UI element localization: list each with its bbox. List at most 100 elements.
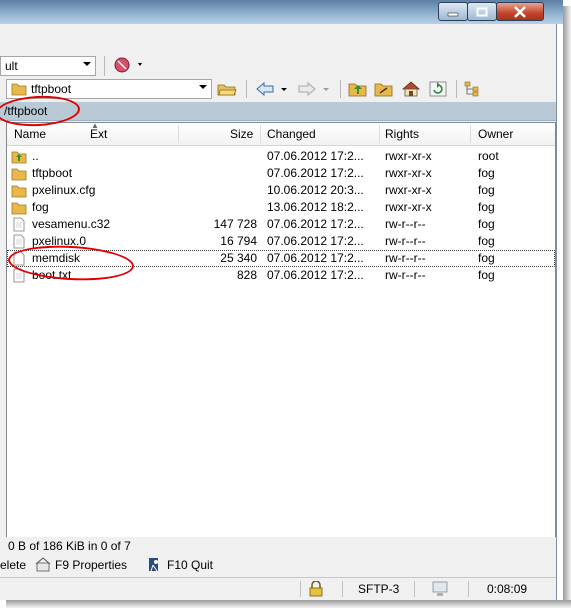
status-segment [0, 581, 323, 597]
file-owner: root [478, 149, 499, 163]
session-color-button[interactable] [111, 55, 147, 75]
file-rights: rwxr-xr-x [385, 149, 432, 163]
file-list-header: Name ▲ Ext Size Changed Rights Owner [7, 121, 555, 146]
window-shadow [563, 6, 571, 606]
file-changed: 07.06.2012 17:2... [267, 149, 364, 163]
file-owner: fog [478, 234, 495, 248]
file-name: .. [32, 149, 39, 163]
column-divider [260, 125, 261, 143]
file-owner: fog [478, 217, 495, 231]
window: ult tftpboot /tftpboot Name ▲ Ext Size C… [0, 0, 563, 600]
f9-properties-button[interactable]: F9 Properties [55, 558, 127, 572]
refresh-icon [429, 81, 447, 97]
current-path-text: /tftpboot [4, 104, 48, 118]
column-divider [178, 125, 179, 143]
chevron-down-icon [199, 85, 207, 89]
elapsed-time-text: 0:08:09 [487, 582, 528, 596]
file-name: memdisk [32, 251, 81, 265]
file-rights: rwxr-xr-x [385, 166, 432, 180]
toolbar-separator [340, 80, 341, 98]
close-icon [514, 5, 526, 18]
file-changed: 10.06.2012 20:3... [267, 183, 364, 197]
maximize-icon [476, 7, 488, 16]
toolbar-separator [456, 80, 457, 98]
file-changed: 07.06.2012 17:2... [267, 234, 364, 248]
parent-directory-button[interactable] [347, 79, 369, 99]
path-combo[interactable]: tftpboot [6, 79, 212, 99]
open-folder-icon [217, 84, 237, 96]
file-owner: fog [478, 251, 495, 265]
f8-delete-button[interactable]: elete [0, 558, 26, 572]
chevron-down-icon [83, 62, 91, 66]
color-picker-icon [114, 57, 142, 73]
path-combo-value: tftpboot [31, 82, 72, 96]
file-name: fog [32, 200, 49, 214]
file-owner: fog [478, 166, 495, 180]
file-rights: rw-r--r-- [385, 217, 426, 231]
column-size[interactable]: Size [230, 127, 253, 141]
file-owner: fog [478, 183, 495, 197]
file-row[interactable]: boot.txt 828 07.06.2012 17:2... rw-r--r-… [7, 267, 555, 284]
folder-icon [11, 83, 27, 96]
toolbar-separator [104, 56, 105, 76]
session-combo[interactable]: ult [0, 56, 96, 76]
title-bar [0, 0, 563, 24]
properties-icon [35, 557, 51, 572]
file-size: 828 [236, 268, 257, 282]
file-rights: rw-r--r-- [385, 268, 426, 282]
home-directory-button[interactable] [400, 79, 422, 99]
function-key-bar: elete F9 Properties F10 Quit [0, 555, 556, 575]
back-button[interactable] [254, 79, 292, 99]
file-icon [13, 268, 25, 283]
open-directory-button[interactable] [216, 79, 238, 99]
root-folder-icon [374, 83, 393, 97]
file-row[interactable]: .. 07.06.2012 17:2... rwxr-xr-x root [7, 148, 555, 165]
column-ext[interactable]: Ext [90, 127, 107, 141]
back-arrow-icon [256, 81, 287, 97]
column-name[interactable]: Name [14, 127, 46, 141]
file-changed: 07.06.2012 17:2... [267, 166, 364, 180]
file-list[interactable]: Name ▲ Ext Size Changed Rights Owner .. … [6, 121, 556, 538]
connection-status-bar: SFTP-3 0:08:09 [0, 577, 556, 600]
quit-icon [149, 558, 158, 572]
file-size: 147 728 [213, 217, 257, 231]
tree-view-button[interactable] [462, 79, 484, 99]
window-shadow [6, 600, 571, 608]
column-owner[interactable]: Owner [478, 127, 513, 141]
computer-icon [432, 581, 448, 596]
directory-toolbar: tftpboot [0, 76, 556, 102]
maximize-button[interactable] [467, 2, 497, 21]
toolbar-separator [246, 80, 247, 98]
forward-arrow-icon [298, 81, 329, 97]
forward-button[interactable] [296, 79, 334, 99]
file-name: boot.txt [32, 268, 72, 282]
file-icon [13, 251, 25, 266]
file-owner: fog [478, 268, 495, 282]
root-directory-button[interactable] [373, 79, 395, 99]
file-rights: rw-r--r-- [385, 234, 426, 248]
file-rights: rwxr-xr-x [385, 200, 432, 214]
column-rights[interactable]: Rights [385, 127, 419, 141]
refresh-button[interactable] [427, 79, 449, 99]
file-changed: 07.06.2012 17:2... [267, 217, 364, 231]
file-row-focused[interactable]: memdisk 25 340 07.06.2012 17:2... rw-r--… [7, 250, 555, 267]
minimize-button[interactable] [438, 2, 468, 21]
file-row[interactable]: pxelinux.0 16 794 07.06.2012 17:2... rw-… [7, 233, 555, 250]
selection-status: 0 B of 186 KiB in 0 of 7 [0, 537, 556, 555]
file-row[interactable]: fog 13.06.2012 18:2... rwxr-xr-x fog [7, 199, 555, 216]
close-button[interactable] [496, 2, 544, 21]
file-name: vesamenu.c32 [32, 217, 111, 231]
parent-folder-icon [348, 83, 367, 97]
home-icon [401, 81, 421, 97]
file-row[interactable]: pxelinux.cfg 10.06.2012 20:3... rwxr-xr-… [7, 182, 555, 199]
file-rights: rw-r--r-- [385, 251, 426, 265]
file-name: tftpboot [32, 166, 73, 180]
file-rights: rwxr-xr-x [385, 183, 432, 197]
current-path-bar: /tftpboot [0, 102, 556, 121]
file-row[interactable]: tftpboot 07.06.2012 17:2... rwxr-xr-x fo… [7, 165, 555, 182]
column-changed[interactable]: Changed [267, 127, 316, 141]
f10-quit-button[interactable]: F10 Quit [167, 558, 213, 572]
folder-icon [11, 185, 27, 198]
selection-status-text: 0 B of 186 KiB in 0 of 7 [8, 539, 131, 553]
file-row[interactable]: vesamenu.c32 147 728 07.06.2012 17:2... … [7, 216, 555, 233]
